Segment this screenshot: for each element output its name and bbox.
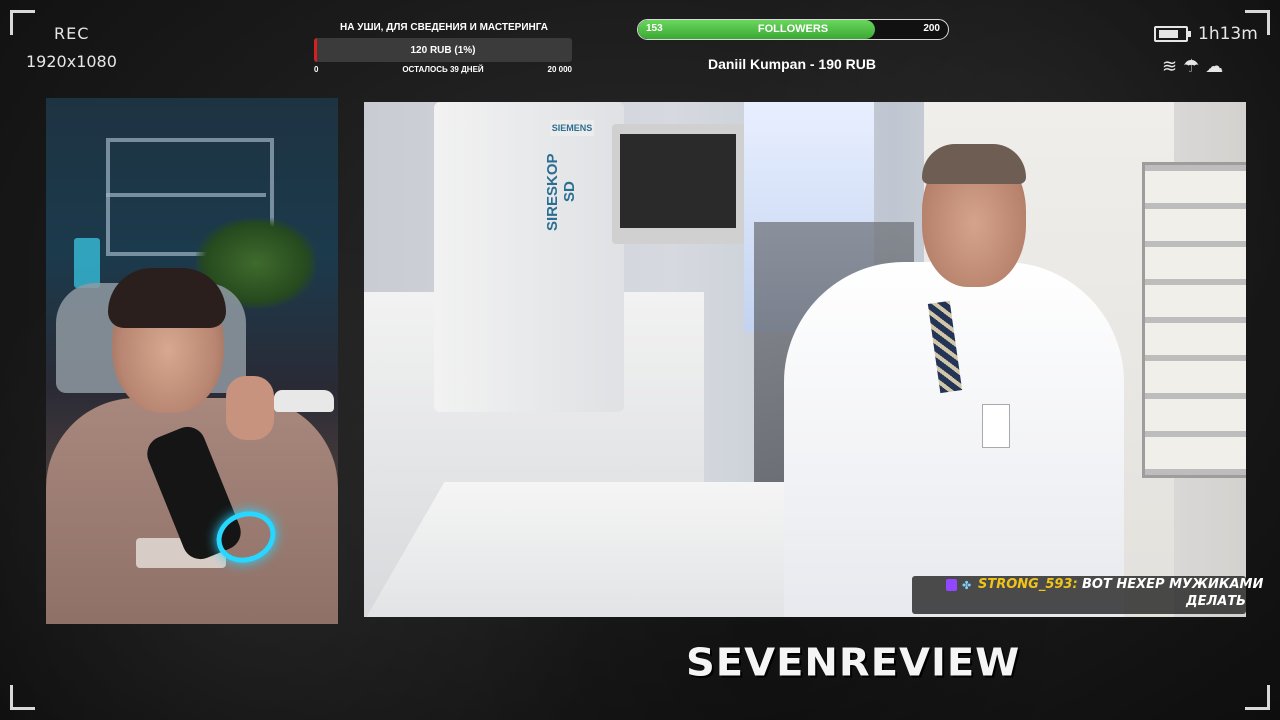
video-person-coat	[784, 262, 1124, 617]
frame-corner-top-left	[10, 10, 35, 35]
followers-label: FOLLOWERS	[757, 23, 829, 35]
video-person-badge	[982, 404, 1010, 448]
donation-goal-min: 0	[314, 65, 319, 74]
cloud-icon: ☁	[1205, 56, 1224, 76]
machine-brand-label: SIEMENS	[550, 120, 594, 136]
webcam-person-hair	[108, 268, 226, 328]
twitch-icon	[946, 579, 957, 591]
frame-corner-bottom-right	[1245, 685, 1270, 710]
channel-brand: SEVENREVIEW	[686, 641, 1021, 685]
last-donation: Daniil Kumpan - 190 RUB	[707, 56, 877, 72]
chat-message-line1: ВОТ НЕХЕР МУЖИКАМИ	[1082, 577, 1264, 592]
rain-icon: ☂	[1183, 56, 1200, 76]
battery-icon	[1154, 26, 1191, 42]
elapsed-time: 1h13m	[1198, 24, 1258, 44]
donation-goal-remaining: ОСТАЛОСЬ 39 ДНЕЙ	[402, 65, 484, 74]
chat-message-line2: ДЕЛАТЬ	[1186, 594, 1247, 609]
rec-label: REC	[54, 24, 90, 43]
followers-target: 200	[923, 23, 940, 34]
weather-icons: ≋ ☂ ☁	[1162, 56, 1223, 77]
webcam-toy-car	[274, 390, 334, 412]
webcam-lamp	[74, 238, 100, 288]
chat-badge-icon: ✤	[962, 580, 972, 592]
resolution-label: 1920x1080	[26, 52, 117, 71]
video-machine	[434, 102, 624, 412]
battery-level	[1159, 30, 1179, 38]
frame-corner-bottom-left	[10, 685, 35, 710]
video-person-hair	[922, 144, 1026, 184]
donation-goal-amount: 120 RUB (1%)	[410, 44, 476, 56]
chat-username: STRONG_593:	[978, 577, 1078, 592]
donation-goal-title: НА УШИ, ДЛЯ СВЕДЕНИЯ И МАСТЕРИНГА	[340, 22, 548, 33]
donation-goal-bar: 120 RUB (1%)	[314, 38, 572, 62]
video-shelves	[1142, 162, 1246, 478]
wind-icon: ≋	[1162, 56, 1178, 76]
video-player[interactable]: SIEMENS SIRESKOP SD	[364, 102, 1246, 617]
machine-model-label: SIRESKOP SD	[544, 153, 578, 231]
webcam-feed	[46, 98, 338, 624]
followers-goal-bar: 153 FOLLOWERS 200	[637, 19, 949, 40]
video-monitor-screen	[620, 134, 736, 228]
webcam-person-hand	[226, 376, 274, 440]
donation-goal-max: 20 000	[547, 65, 572, 74]
webcam-shelf-board	[106, 193, 266, 197]
